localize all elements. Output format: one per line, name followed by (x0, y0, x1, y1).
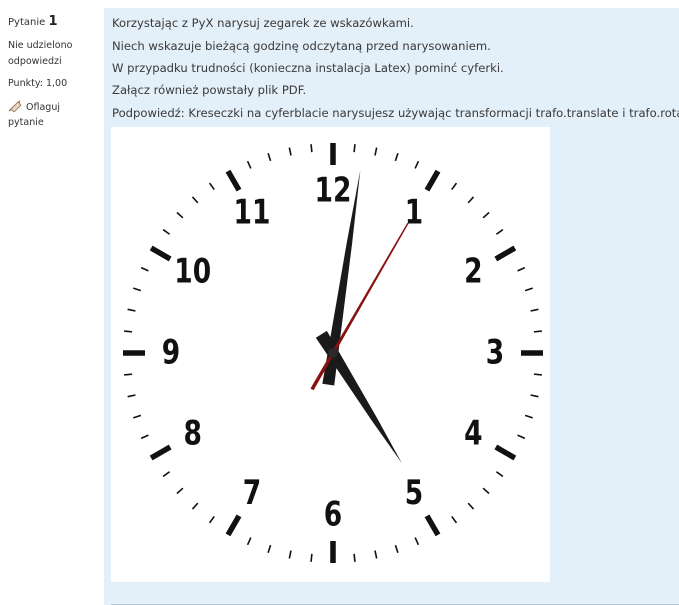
hour-tick (149, 245, 172, 262)
clock-numeral: 7 (243, 474, 261, 513)
minute-tick (353, 553, 356, 562)
minute-tick (140, 434, 149, 440)
hour-tick (424, 169, 441, 192)
minute-tick (533, 373, 542, 376)
minute-tick (394, 153, 399, 162)
minute-tick (246, 160, 252, 169)
minute-tick (414, 537, 420, 546)
center-cap (328, 348, 338, 358)
minute-tick (495, 471, 504, 478)
minute-tick (162, 471, 171, 478)
minute-tick (288, 147, 292, 156)
minute-tick (451, 515, 458, 524)
question-info-panel: Pytanie 1 Nie udzielono odpowiedzi Punkt… (0, 0, 104, 605)
question-content: Korzystając z PyX narysuj zegarek ze wsk… (104, 8, 679, 605)
minute-tick (191, 196, 199, 204)
minute-tick (246, 537, 252, 546)
minute-tick (310, 144, 313, 153)
minute-tick (267, 544, 272, 553)
minute-tick (176, 211, 184, 219)
hour-tick (494, 245, 517, 262)
question-text-line-4: Załącz również powstały plik PDF. (112, 83, 307, 97)
minute-tick (530, 308, 539, 312)
hour-tick (149, 444, 172, 461)
minute-tick (267, 153, 272, 162)
minute-tick (208, 182, 215, 191)
minute-tick (530, 394, 539, 398)
minute-tick (176, 487, 184, 495)
minute-tick (162, 228, 171, 235)
clock-numeral: 8 (183, 414, 201, 453)
clock-numeral: 2 (464, 252, 482, 291)
minute-tick (394, 544, 399, 553)
minute-tick (140, 266, 149, 272)
minute-tick (482, 487, 490, 495)
question-number: Pytanie 1 (8, 14, 58, 29)
clock-numeral: 10 (174, 252, 211, 291)
minute-tick (482, 211, 490, 219)
minute-tick (124, 373, 133, 376)
clock-numeral: 4 (464, 414, 482, 453)
flag-icon[interactable] (8, 100, 22, 112)
minute-tick (127, 394, 136, 398)
clock-numeral: 5 (405, 474, 423, 513)
minute-tick (524, 287, 533, 292)
clock-numeral: 9 (162, 333, 180, 372)
hour-tick (225, 514, 242, 537)
minute-tick (133, 287, 142, 292)
minute-tick (467, 196, 475, 204)
hour-tick (225, 169, 242, 192)
clock-numeral: 12 (315, 171, 352, 210)
minute-tick (133, 414, 142, 419)
question-text-line-1: Korzystając z PyX narysuj zegarek ze wsk… (112, 16, 414, 30)
minute-tick (524, 414, 533, 419)
clock-face: 121234567891011 (123, 143, 543, 563)
minute-tick (288, 550, 292, 559)
clock-numeral: 1 (405, 193, 423, 232)
hour-tick (494, 444, 517, 461)
question-grade: Punkty: 1,00 (8, 78, 68, 89)
hour-tick (424, 514, 441, 537)
minute-tick (310, 553, 313, 562)
minute-tick (191, 502, 199, 510)
minute-tick (374, 550, 378, 559)
clock-numeral: 6 (324, 495, 342, 534)
clock-numeral: 3 (486, 333, 504, 372)
minute-tick (495, 228, 504, 235)
question-number-prefix: Pytanie (8, 17, 46, 28)
minute-tick (451, 182, 458, 191)
question-text-line-5: Podpowiedź: Kreseczki na cyferblacie nar… (112, 106, 679, 120)
minute-tick (517, 266, 526, 272)
minute-tick (414, 160, 420, 169)
question-text-line-2: Niech wskazuje bieżącą godzinę odczytaną… (112, 39, 491, 53)
minute-tick (353, 144, 356, 153)
minute-tick (467, 502, 475, 510)
clock-numeral: 11 (234, 193, 271, 232)
question-text-line-3: W przypadku trudności (konieczna instala… (112, 61, 504, 75)
second-hand (310, 222, 409, 391)
clock-image: 12 1 2 3 4 5 6 7 8 9 10 11 (111, 127, 550, 582)
question-number-value: 1 (48, 14, 58, 29)
minute-tick (124, 330, 133, 333)
minute-tick (208, 515, 215, 524)
clock-hands (310, 170, 409, 464)
minute-tick (533, 330, 542, 333)
minute-tick (127, 308, 136, 312)
question-state: Nie udzielono odpowiedzi (8, 40, 73, 67)
minute-tick (517, 434, 526, 440)
minute-tick (374, 147, 378, 156)
flag-question-link[interactable]: Oflaguj pytanie (8, 100, 98, 130)
